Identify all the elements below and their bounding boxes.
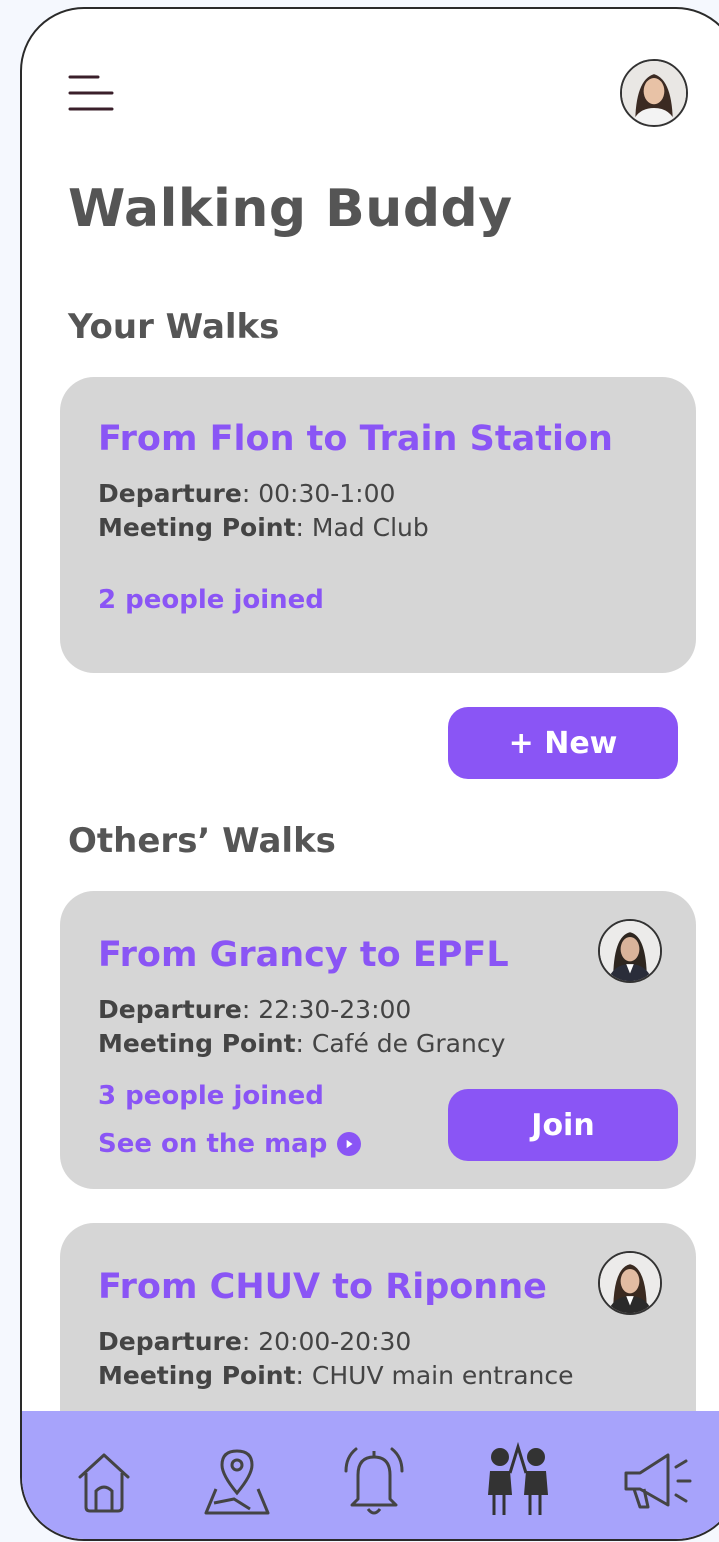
join-button[interactable]: Join xyxy=(448,1089,678,1161)
walk-title: From Flon to Train Station xyxy=(98,419,613,459)
menu-icon[interactable] xyxy=(68,73,114,113)
meeting-point-info: Meeting Point: Mad Club xyxy=(98,513,429,542)
app-title: Walking Buddy xyxy=(68,179,513,239)
others-walks-heading: Others’ Walks xyxy=(68,821,336,861)
departure-info: Departure: 00:30-1:00 xyxy=(98,479,396,508)
see-on-map-label: See on the map xyxy=(98,1129,328,1159)
phone-screen: Walking Buddy Your Walks From Flon to Tr… xyxy=(20,7,719,1541)
bell-icon[interactable] xyxy=(338,1441,410,1521)
departure-info: Departure: 22:30-23:00 xyxy=(98,995,412,1024)
walk-host-avatar xyxy=(598,1251,662,1315)
walk-host-avatar xyxy=(598,919,662,983)
buddies-icon[interactable] xyxy=(478,1441,558,1521)
your-walk-card[interactable]: From Flon to Train Station Departure: 00… xyxy=(60,377,696,673)
bottom-navigation xyxy=(22,1411,719,1539)
user-avatar-icon xyxy=(622,61,686,125)
joined-count[interactable]: 3 people joined xyxy=(98,1081,324,1111)
host-avatar-icon xyxy=(600,921,660,981)
map-pin-icon[interactable] xyxy=(202,1441,272,1521)
walk-title: From Grancy to EPFL xyxy=(98,935,509,975)
profile-avatar[interactable] xyxy=(620,59,688,127)
meeting-point-info: Meeting Point: Café de Grancy xyxy=(98,1029,506,1058)
host-avatar-icon xyxy=(600,1253,660,1313)
play-icon xyxy=(337,1132,362,1156)
see-on-map-link[interactable]: See on the map xyxy=(98,1129,362,1159)
your-walks-heading: Your Walks xyxy=(68,307,280,347)
walk-title: From CHUV to Riponne xyxy=(98,1267,547,1307)
meeting-point-info: Meeting Point: CHUV main entrance xyxy=(98,1361,574,1390)
new-walk-button[interactable]: + New xyxy=(448,707,678,779)
others-walk-card-1[interactable]: From Grancy to EPFL Departure: 22:30-23:… xyxy=(60,891,696,1189)
megaphone-icon[interactable] xyxy=(618,1441,698,1521)
joined-count[interactable]: 2 people joined xyxy=(98,585,324,615)
home-icon[interactable] xyxy=(74,1441,134,1521)
departure-info: Departure: 20:00-20:30 xyxy=(98,1327,412,1356)
